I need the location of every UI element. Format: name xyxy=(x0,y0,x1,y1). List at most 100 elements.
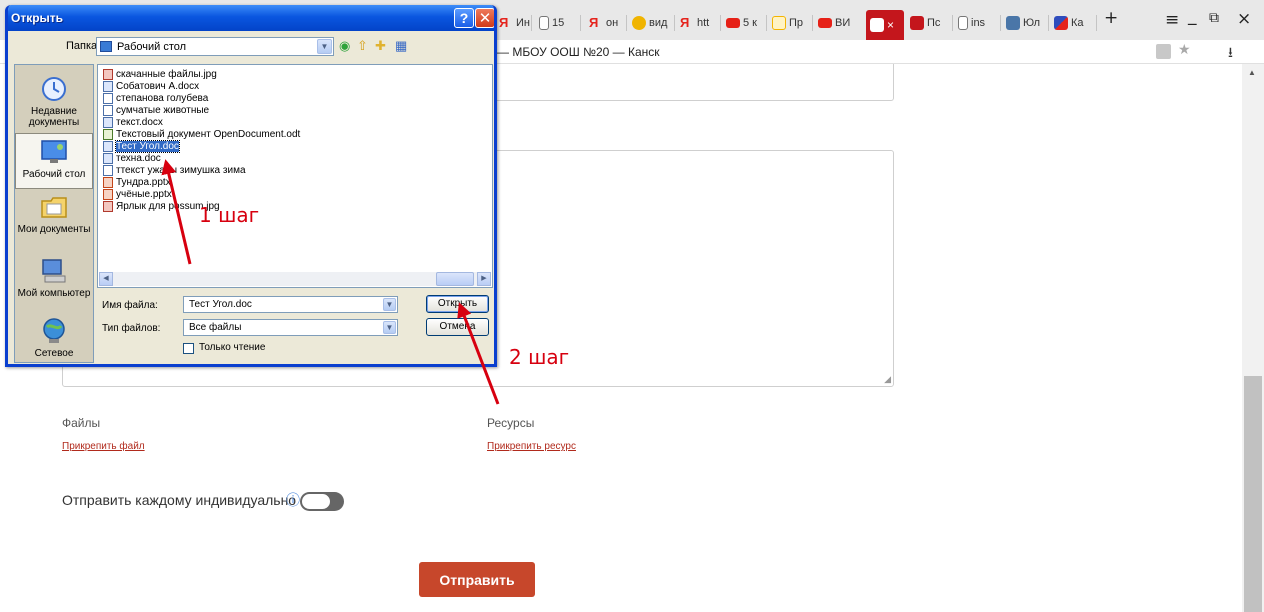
dialog-help-button[interactable]: ? xyxy=(454,8,474,28)
up-folder-icon[interactable]: ⇧ xyxy=(357,38,368,54)
browser-tab[interactable]: Юл xyxy=(1006,12,1048,34)
browser-tab[interactable]: Ка xyxy=(1054,12,1096,34)
desktop-icon xyxy=(100,41,112,52)
file-list[interactable]: скачанные файлы.jpg Собатович А.docx сте… xyxy=(97,64,493,288)
browser-tab[interactable]: Яhtt xyxy=(680,12,718,34)
browser-tab[interactable]: ВИ xyxy=(818,12,860,34)
scrollbar-thumb[interactable] xyxy=(1244,376,1262,612)
browser-tab[interactable]: Я Ин xyxy=(499,12,535,34)
page-title: — МБОУ ООШ №20 — Канск xyxy=(497,45,660,59)
menu-icon[interactable]: ≡ xyxy=(1165,10,1179,30)
resize-grip-icon[interactable]: ◢ xyxy=(884,374,891,385)
browser-tab[interactable]: Пр xyxy=(772,12,810,34)
file-name: Тундра.pptx xyxy=(116,176,171,188)
scroll-left-arrow-icon[interactable]: ◀ xyxy=(99,272,113,286)
file-item[interactable]: сумчатые животные xyxy=(103,104,209,116)
file-item[interactable]: Текстовый документ OpenDocument.odt xyxy=(103,128,300,140)
browser-tab[interactable]: вид xyxy=(632,12,672,34)
place-my-computer[interactable]: Мой компьютер xyxy=(15,257,93,299)
browser-tab[interactable]: 15 xyxy=(539,12,575,34)
chevron-down-icon[interactable]: ▼ xyxy=(383,298,396,311)
document-icon xyxy=(958,16,968,30)
lock-icon[interactable] xyxy=(1156,44,1171,59)
document-file-icon xyxy=(103,92,113,104)
new-folder-icon[interactable]: ✚ xyxy=(375,38,386,54)
file-item[interactable]: Тундра.pptx xyxy=(103,176,171,188)
attach-resource-link[interactable]: Прикрепить ресурс xyxy=(487,441,576,452)
send-button[interactable]: Отправить xyxy=(419,562,535,597)
readonly-checkbox[interactable] xyxy=(183,343,194,354)
browser-tab[interactable]: Яон xyxy=(589,12,627,34)
scroll-right-arrow-icon[interactable]: ▶ xyxy=(477,272,491,286)
dialog-close-button[interactable]: ✕ xyxy=(475,8,494,28)
place-desktop[interactable]: Рабочий стол xyxy=(15,133,93,189)
tab-label: ins xyxy=(971,17,986,29)
filename-field[interactable]: Тест Угол.doc ▼ xyxy=(183,296,398,313)
filename-value: Тест Угол.doc xyxy=(189,299,252,310)
scroll-up-arrow-icon[interactable]: ▲ xyxy=(1248,68,1256,77)
minimize-button[interactable]: _ xyxy=(1188,6,1197,26)
place-label: Мои документы xyxy=(17,224,91,235)
document-file-icon xyxy=(103,164,113,176)
file-item[interactable]: ттекст ужасы зимушка зима xyxy=(103,164,246,176)
filetype-select[interactable]: Все файлы ▼ xyxy=(183,319,398,336)
file-item[interactable]: Собатович А.docx xyxy=(103,80,199,92)
place-recent[interactable]: Недавние документы xyxy=(15,75,93,128)
my-documents-icon xyxy=(41,197,67,218)
recent-documents-icon xyxy=(42,77,66,101)
open-file-dialog: Открыть ? ✕ Папка: Рабочий стол ▼ ◉ ⇧ ✚ … xyxy=(5,5,497,367)
browser-tab[interactable]: ins xyxy=(958,12,1000,34)
file-list-hscrollbar[interactable]: ◀ ▶ xyxy=(99,272,491,286)
chevron-down-icon[interactable]: ▼ xyxy=(383,321,396,334)
file-item[interactable]: степанова голубева xyxy=(103,92,208,104)
browser-tab[interactable]: 5 к xyxy=(726,12,764,34)
tab-label: Пс xyxy=(927,17,941,29)
open-button[interactable]: Открыть xyxy=(426,295,489,313)
filetype-label: Тип файлов: xyxy=(102,323,161,334)
place-my-documents[interactable]: Мои документы xyxy=(15,193,93,235)
place-network[interactable]: Сетевое xyxy=(15,317,93,359)
dialog-title-bar[interactable]: Открыть ? ✕ xyxy=(8,5,494,31)
page-scrollbar[interactable]: ▲ xyxy=(1242,64,1264,612)
folder-select[interactable]: Рабочий стол ▼ xyxy=(96,37,334,56)
step-2-annotation: 2 шаг xyxy=(509,345,570,369)
close-tab-icon[interactable]: × xyxy=(887,18,894,32)
places-bar: Недавние документы Рабочий стол Мои доку… xyxy=(14,64,94,363)
cancel-button[interactable]: Отмена xyxy=(426,318,489,336)
file-item[interactable]: скачанные файлы.jpg xyxy=(103,68,217,80)
back-arrow-icon[interactable]: ◉ xyxy=(339,38,350,54)
browser-tab[interactable]: Пс xyxy=(910,12,952,34)
close-window-button[interactable]: × xyxy=(1237,9,1251,29)
network-icon xyxy=(43,318,65,343)
file-name: Текстовый документ OpenDocument.odt xyxy=(116,128,301,140)
file-item[interactable]: учёные.pptx xyxy=(103,188,172,200)
powerpoint-file-icon xyxy=(103,176,113,188)
filename-label: Имя файла: xyxy=(102,300,158,311)
tab-label: Ка xyxy=(1071,17,1084,29)
new-tab-button[interactable]: + xyxy=(1104,8,1118,28)
file-item[interactable]: текст.docx xyxy=(103,116,163,128)
send-individually-toggle[interactable] xyxy=(300,492,344,511)
attach-file-link[interactable]: Прикрепить файл xyxy=(62,441,145,452)
hscrollbar-thumb[interactable] xyxy=(436,272,474,286)
files-heading: Файлы xyxy=(62,416,101,430)
file-name: Собатович А.docx xyxy=(116,80,200,92)
step-1-annotation: 1 шаг xyxy=(199,203,260,227)
chevron-down-icon[interactable]: ▼ xyxy=(317,39,332,54)
yandex-icon: Я xyxy=(589,15,599,30)
tab-label: вид xyxy=(649,17,668,29)
download-icon[interactable]: ⭳ xyxy=(1228,42,1233,66)
file-name: текст.docx xyxy=(116,116,163,128)
file-name: сумчатые животные xyxy=(116,104,210,116)
bookmark-star-icon[interactable]: ★ xyxy=(1178,41,1191,58)
view-menu-icon[interactable]: ▦ xyxy=(395,38,407,54)
restore-button[interactable]: ⧉ xyxy=(1209,10,1219,26)
file-item[interactable]: техна.doc xyxy=(103,152,161,164)
word-file-icon xyxy=(103,140,113,152)
document-file-icon xyxy=(103,104,113,116)
info-icon[interactable]: ⓘ xyxy=(286,490,300,510)
yandex-icon: Я xyxy=(499,15,509,30)
file-item-selected[interactable]: Тест Угол.doc xyxy=(103,139,180,153)
browser-tab-active[interactable]: × xyxy=(866,10,904,40)
my-computer-icon xyxy=(42,259,66,283)
